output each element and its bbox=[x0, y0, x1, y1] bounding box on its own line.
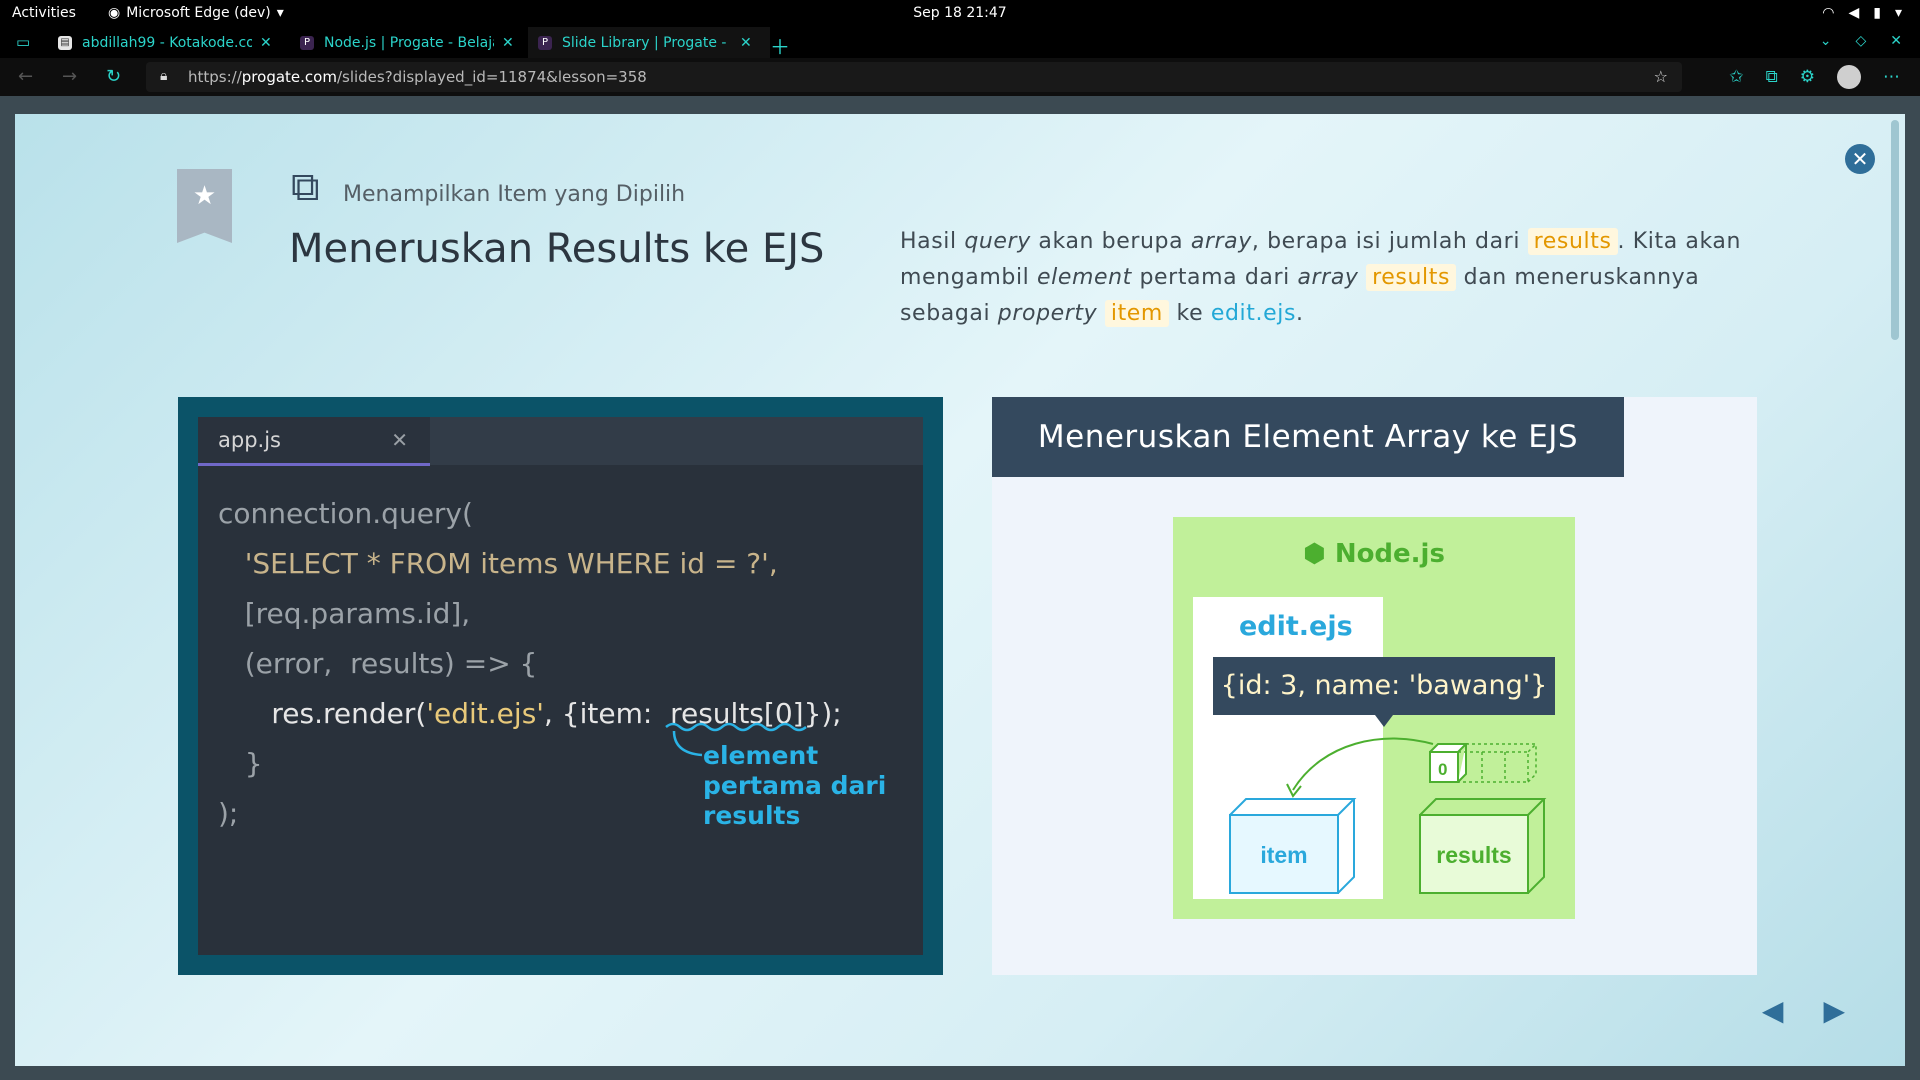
slide-subtitle: Menampilkan Item yang Dipilih bbox=[343, 182, 686, 207]
nodejs-container: ⬢ Node.js edit.ejs {id: 3, name: 'bawang… bbox=[1173, 517, 1575, 919]
previous-slide-icon[interactable]: ◀ bbox=[1762, 994, 1784, 1027]
slide-modal: ★ ⧉ Menampilkan Item yang Dipilih Meneru… bbox=[15, 114, 1905, 1066]
object-tooltip: {id: 3, name: 'bawang'} bbox=[1213, 657, 1555, 727]
nodejs-label: ⬢ Node.js bbox=[1303, 539, 1445, 569]
slide-title: Meneruskan Results ke EJS bbox=[289, 226, 825, 272]
url-path: /slides?displayed_id=11874&lesson=358 bbox=[336, 68, 647, 86]
code-line: 'SELECT * FROM items WHERE id = ?', bbox=[244, 547, 778, 580]
code-line: (error, results) => { bbox=[218, 647, 538, 680]
book-icon: ▤ bbox=[58, 35, 72, 50]
reload-button[interactable]: ↻ bbox=[106, 66, 121, 87]
item-cube: item bbox=[1229, 798, 1357, 894]
url-text[interactable]: https://progate.com/slides?displayed_id=… bbox=[188, 68, 647, 86]
toolbar-icons: ✩ ⧉ ⚙ ⋯ bbox=[1729, 65, 1900, 89]
system-tray[interactable]: ◠ ◀ ▮ ▾ bbox=[1822, 5, 1902, 21]
tab-title: Slide Library | Progate - B bbox=[562, 34, 732, 51]
back-button[interactable]: ← bbox=[18, 66, 33, 87]
file-tab-appjs[interactable]: app.js ✕ bbox=[198, 417, 430, 466]
close-tab-icon[interactable]: ✕ bbox=[740, 35, 752, 51]
array-index-cubes: 0 bbox=[1429, 743, 1538, 783]
minimize-icon[interactable]: ◇ bbox=[1855, 33, 1866, 49]
code-editor: app.js ✕ connection.query( 'SELECT * FRO… bbox=[198, 417, 923, 955]
progate-icon: P bbox=[538, 35, 552, 50]
address-bar[interactable]: 🔒︎ https://progate.com/slides?displayed_… bbox=[146, 62, 1682, 92]
code-highlight: item bbox=[1104, 300, 1169, 327]
slide-description: Hasil query akan berupa array, berapa is… bbox=[900, 228, 1742, 327]
code-line: [req.params.id], bbox=[218, 597, 471, 630]
tab-title: abdillah99 - Kotakode.com bbox=[82, 34, 252, 51]
slide-navigation: ◀ ▶ bbox=[1762, 994, 1845, 1027]
volume-icon: ◀ bbox=[1848, 5, 1860, 21]
url-host: progate.com bbox=[241, 68, 337, 86]
navigation-bar: ← → ↻ 🔒︎ https://progate.com/slides?disp… bbox=[0, 58, 1920, 96]
file-name: app.js bbox=[218, 428, 281, 452]
close-slide-button[interactable]: ✕ bbox=[1845, 144, 1875, 174]
close-tab-icon[interactable]: ✕ bbox=[502, 35, 514, 51]
diagram-heading: Meneruskan Element Array ke EJS bbox=[992, 397, 1624, 477]
tab-kotakode[interactable]: ▤ abdillah99 - Kotakode.com ✕ bbox=[46, 27, 294, 58]
forward-button[interactable]: → bbox=[62, 66, 77, 87]
file-tab-bar: app.js ✕ bbox=[198, 417, 923, 466]
close-window-icon[interactable]: ✕ bbox=[1890, 33, 1902, 49]
battery-icon: ▮ bbox=[1873, 5, 1881, 21]
lock-icon[interactable]: 🔒︎ bbox=[160, 68, 167, 84]
tab-actions-icon[interactable]: ▭ bbox=[16, 33, 30, 51]
results-cube: results bbox=[1419, 798, 1547, 894]
ejs-label: edit.ejs bbox=[1239, 611, 1353, 642]
profile-avatar[interactable] bbox=[1837, 65, 1861, 89]
wifi-icon: ◠ bbox=[1822, 5, 1835, 21]
svg-text:results: results bbox=[1436, 842, 1511, 868]
more-menu-icon[interactable]: ⋯ bbox=[1883, 67, 1900, 87]
system-top-bar: Activities ◉ Microsoft Edge (dev) ▾ Sep … bbox=[0, 0, 1920, 27]
tab-slide-library[interactable]: P Slide Library | Progate - B ✕ bbox=[528, 27, 770, 58]
close-icon: ✕ bbox=[391, 428, 408, 452]
url-prefix: https:// bbox=[188, 68, 242, 86]
code-line: connection.query( bbox=[218, 497, 473, 530]
index-label: 0 bbox=[1438, 760, 1447, 779]
favorites-icon[interactable]: ✩ bbox=[1729, 67, 1743, 87]
tab-strip-controls: ⌄ ◇ ✕ bbox=[1820, 33, 1902, 49]
tab-nodejs[interactable]: P Node.js | Progate - Belajar ✕ bbox=[290, 27, 536, 58]
chevron-down-icon: ▾ bbox=[1894, 5, 1902, 21]
file-reference: edit.ejs bbox=[1210, 301, 1297, 326]
code-panel: app.js ✕ connection.query( 'SELECT * FRO… bbox=[178, 397, 943, 975]
new-tab-button[interactable]: ＋ bbox=[770, 31, 790, 60]
star-icon: ★ bbox=[192, 181, 217, 211]
tab-strip: ▭ ▤ abdillah99 - Kotakode.com ✕ P Node.j… bbox=[0, 27, 1920, 58]
progate-icon: P bbox=[300, 35, 314, 50]
chevron-down-icon[interactable]: ⌄ bbox=[1820, 33, 1832, 49]
code-annotation: element pertama dari results bbox=[703, 741, 887, 830]
code-highlight: results bbox=[1527, 228, 1618, 255]
bookmark-ribbon[interactable]: ★ bbox=[177, 169, 232, 243]
next-slide-icon[interactable]: ▶ bbox=[1823, 994, 1845, 1027]
svg-text:item: item bbox=[1260, 842, 1307, 868]
diagram-panel: Meneruskan Element Array ke EJS ⬢ Node.j… bbox=[992, 397, 1757, 975]
external-link-icon: ⧉ bbox=[291, 164, 320, 210]
add-favorite-icon[interactable]: ☆ bbox=[1654, 67, 1668, 86]
extensions-icon[interactable]: ⚙ bbox=[1800, 67, 1815, 87]
close-tab-icon[interactable]: ✕ bbox=[260, 35, 272, 51]
collections-icon[interactable]: ⧉ bbox=[1766, 67, 1778, 87]
code-highlight: results bbox=[1366, 264, 1457, 291]
hexagon-icon: ⬢ bbox=[1303, 539, 1335, 569]
tab-title: Node.js | Progate - Belajar bbox=[324, 34, 494, 51]
scrollbar[interactable] bbox=[1891, 120, 1899, 340]
clock[interactable]: Sep 18 21:47 bbox=[0, 5, 1920, 21]
